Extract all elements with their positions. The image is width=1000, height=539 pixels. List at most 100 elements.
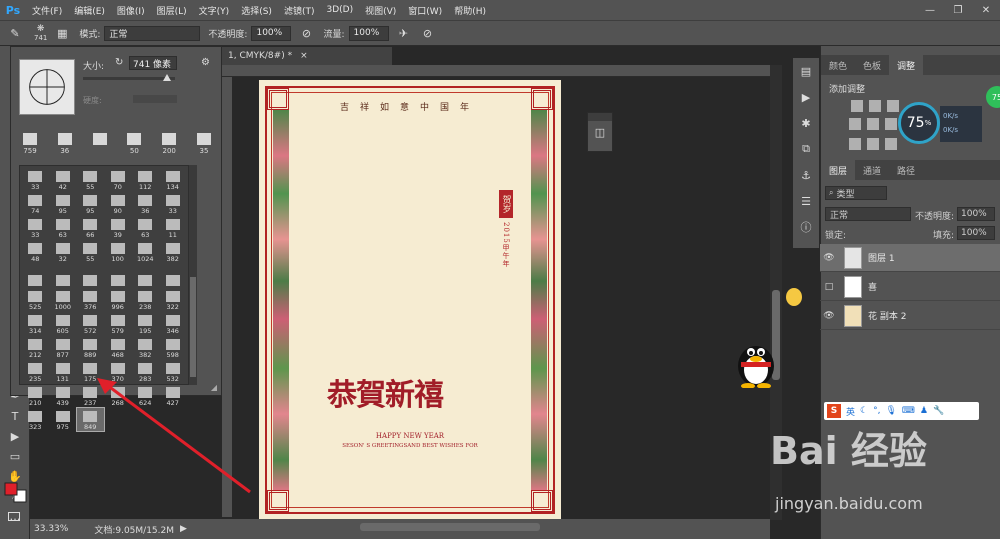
- close-button[interactable]: ✕: [972, 0, 1000, 20]
- maximize-button[interactable]: ❐: [944, 0, 972, 20]
- brush-preset-cell[interactable]: 70: [105, 168, 132, 191]
- brush-preset-cell[interactable]: [22, 264, 49, 287]
- reset-size-icon[interactable]: ↻: [115, 57, 123, 68]
- tab-swatches[interactable]: 色板: [855, 55, 889, 75]
- properties-icon[interactable]: ☰: [793, 188, 819, 214]
- brush-preset-cell[interactable]: 346: [160, 312, 187, 335]
- tab-color[interactable]: 颜色: [821, 55, 855, 75]
- history-icon[interactable]: ▤: [793, 58, 819, 84]
- brush-preset-cell[interactable]: 1024: [132, 240, 159, 263]
- brush-preset-cell[interactable]: 382: [132, 336, 159, 359]
- opacity-input[interactable]: 100%: [251, 25, 292, 41]
- brush-tool-icon[interactable]: ✎: [6, 24, 24, 42]
- info-icon[interactable]: ⓘ: [793, 214, 819, 240]
- brush-preset-cell[interactable]: 134: [160, 168, 187, 191]
- recent-brush-4[interactable]: 50: [123, 133, 145, 159]
- recent-brush-1[interactable]: 759: [19, 133, 41, 159]
- brush-preset-cell[interactable]: 468: [105, 336, 132, 359]
- document-close-icon[interactable]: ×: [300, 51, 308, 61]
- horizontal-scroll-thumb[interactable]: [360, 523, 540, 531]
- layer-opacity-input[interactable]: 100%: [957, 207, 995, 221]
- actions-play-icon[interactable]: ▶: [793, 84, 819, 110]
- menu-edit[interactable]: 编辑(E): [68, 4, 111, 17]
- fill-input[interactable]: 100%: [957, 226, 995, 240]
- menu-image[interactable]: 图像(I): [111, 4, 151, 17]
- brush-preset-cell[interactable]: 112: [132, 168, 159, 191]
- 3d-icon[interactable]: ◫: [588, 126, 612, 139]
- brush-preset-cell[interactable]: 322: [160, 288, 187, 311]
- tab-paths[interactable]: 路径: [889, 160, 923, 180]
- ime-language[interactable]: 英: [846, 405, 855, 418]
- color-swatches[interactable]: [2, 480, 28, 510]
- hue-sat-icon[interactable]: [867, 118, 879, 130]
- brush-preset-cell[interactable]: 212: [22, 336, 49, 359]
- threshold-icon[interactable]: [885, 138, 897, 150]
- layer-row-2[interactable]: □ 喜: [820, 273, 1000, 301]
- curves-icon[interactable]: [887, 100, 899, 112]
- blend-mode-select[interactable]: 正常: [825, 207, 911, 221]
- navigator-icon[interactable]: ✱: [793, 110, 819, 136]
- brush-preset-cell[interactable]: 33: [160, 192, 187, 215]
- brush-preset-cell[interactable]: 314: [22, 312, 49, 335]
- brush-preset-cell[interactable]: 36: [132, 192, 159, 215]
- visibility-eye-icon[interactable]: 👁: [820, 253, 838, 263]
- size-input[interactable]: 741 像素: [129, 56, 177, 70]
- brush-preset-cell[interactable]: 95: [77, 192, 104, 215]
- brush-preset-cell[interactable]: 605: [50, 312, 77, 335]
- brush-preset-cell[interactable]: 572: [77, 312, 104, 335]
- brush-preset-cell[interactable]: 598: [160, 336, 187, 359]
- layer-filter-select[interactable]: ⌕ 类型: [825, 186, 887, 200]
- brush-preset-cell[interactable]: 90: [105, 192, 132, 215]
- brush-preset-cell[interactable]: 95: [50, 192, 77, 215]
- mini-panel-header[interactable]: [588, 113, 612, 121]
- hardness-slider[interactable]: [133, 95, 177, 103]
- brush-panel-toggle-icon[interactable]: ▦: [53, 24, 71, 42]
- brightness-icon[interactable]: [851, 100, 863, 112]
- menu-select[interactable]: 选择(S): [235, 4, 278, 17]
- brush-preset-cell[interactable]: 33: [22, 168, 49, 191]
- status-menu-icon[interactable]: ▶: [180, 524, 187, 534]
- brush-preset-cell[interactable]: 889: [77, 336, 104, 359]
- mic-icon[interactable]: 🎙: [885, 406, 896, 416]
- keyboard-icon[interactable]: ⌨: [902, 406, 915, 416]
- document-tab[interactable]: 1, CMYK/8#) * ×: [222, 47, 392, 65]
- airbrush-icon[interactable]: ✈: [395, 24, 413, 42]
- visibility-eye-icon[interactable]: 👁: [820, 311, 838, 321]
- menu-file[interactable]: 文件(F): [26, 4, 68, 17]
- moon-icon[interactable]: ☾: [860, 406, 868, 416]
- brush-preset-cell[interactable]: 39: [105, 216, 132, 239]
- brush-preset-cell[interactable]: 63: [50, 216, 77, 239]
- levels-icon[interactable]: [869, 100, 881, 112]
- vibrance-icon[interactable]: [849, 118, 861, 130]
- skin-icon[interactable]: ♟: [920, 406, 928, 416]
- menu-help[interactable]: 帮助(H): [448, 4, 492, 17]
- brush-preset-cell[interactable]: [105, 264, 132, 287]
- color-balance-icon[interactable]: [885, 118, 897, 130]
- layer-row-1[interactable]: 👁 图层 1: [820, 244, 1000, 272]
- posterize-icon[interactable]: [867, 138, 879, 150]
- menu-window[interactable]: 窗口(W): [402, 4, 448, 17]
- brush-preset-cell[interactable]: 439: [50, 384, 77, 407]
- menu-layer[interactable]: 图层(L): [151, 4, 193, 17]
- brush-preset-cell[interactable]: 975: [50, 408, 77, 431]
- brush-preset-cell[interactable]: 877: [50, 336, 77, 359]
- brush-angle-preview[interactable]: [19, 59, 75, 115]
- recent-brush-3[interactable]: [89, 133, 111, 159]
- brush-preset-cell[interactable]: 210: [22, 384, 49, 407]
- quick-mask-icon[interactable]: [8, 512, 20, 521]
- mode-select[interactable]: 正常: [104, 25, 201, 41]
- brush-preset-cell[interactable]: 33: [22, 216, 49, 239]
- layer-row-3[interactable]: 👁 花 副本 2: [820, 302, 1000, 330]
- brush-preset-picker[interactable]: ❋ 741: [34, 24, 47, 42]
- brush-preset-cell[interactable]: 42: [50, 168, 77, 191]
- brush-preset-cell[interactable]: 996: [105, 288, 132, 311]
- brush-preset-cell[interactable]: 100: [105, 240, 132, 263]
- pressure-size-icon[interactable]: ⊘: [419, 24, 437, 42]
- brush-preset-cell[interactable]: 48: [22, 240, 49, 263]
- invert-icon[interactable]: [849, 138, 861, 150]
- recent-brush-2[interactable]: 36: [54, 133, 76, 159]
- wrench-icon[interactable]: 🔧: [933, 406, 944, 416]
- clone-source-icon[interactable]: ⧉: [793, 136, 819, 162]
- ime-toolbar[interactable]: S 英 ☾ °, 🎙 ⌨ ♟ 🔧: [824, 402, 979, 420]
- brush-preset-cell[interactable]: 74: [22, 192, 49, 215]
